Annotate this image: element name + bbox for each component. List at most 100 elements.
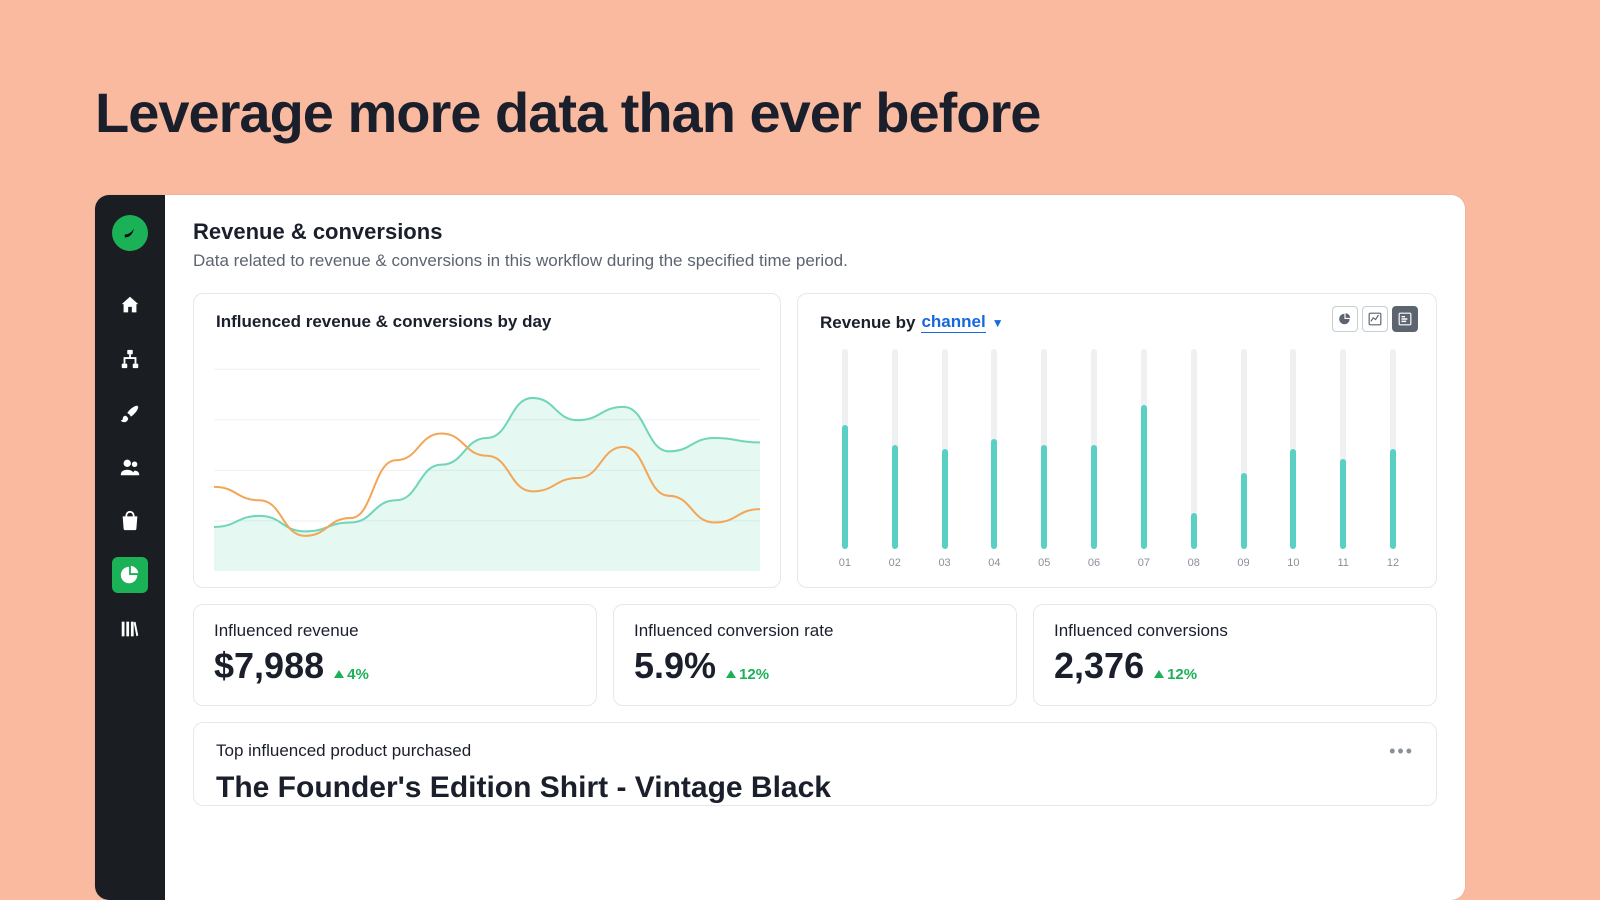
bar-track [1241,349,1247,549]
people-icon [119,456,141,478]
bar-fill [1141,405,1147,549]
bar-track [1191,349,1197,549]
bar-fill [1340,459,1346,549]
bar-chart: 01 02 03 04 05 06 07 08 09 10 11 12 [820,349,1418,569]
product-name: The Founder's Edition Shirt - Vintage Bl… [216,771,1414,805]
bar-track [1141,349,1147,549]
bar-track [892,349,898,549]
bar-col: 02 [870,349,920,569]
metric-value: 5.9% [634,645,716,687]
line-chart-title: Influenced revenue & conversions by day [216,312,758,332]
section-subtitle: Data related to revenue & conversions in… [193,251,1437,271]
metric-delta: 12% [726,666,769,683]
chart-type-toggle [1332,306,1418,332]
bar-fill [1091,445,1097,549]
more-menu[interactable]: ••• [1389,741,1414,762]
app-logo[interactable] [112,215,148,251]
home-icon [119,294,141,316]
toggle-line[interactable] [1362,306,1388,332]
bar-fill [1241,473,1247,549]
metric-label: Influenced conversions [1054,621,1416,641]
bar-fill [892,445,898,549]
pie-icon [1338,312,1352,326]
card-top-product: ••• Top influenced product purchased The… [193,722,1437,806]
nav-home[interactable] [112,287,148,323]
bag-icon [119,510,141,532]
bar-track [1041,349,1047,549]
nav-commerce[interactable] [112,503,148,539]
brush-icon [119,402,141,424]
bar-col: 04 [969,349,1019,569]
metric-delta: 12% [1154,666,1197,683]
page-headline: Leverage more data than ever before [95,80,1040,145]
main-content: Revenue & conversions Data related to re… [165,195,1465,900]
app-frame: Revenue & conversions Data related to re… [95,195,1465,900]
card-bar-chart: Revenue by channel ▼ 0102030405060708091 [797,293,1437,588]
area-chart [214,349,760,571]
bar-label: 07 [1138,557,1150,569]
bar-label: 01 [839,557,851,569]
bar-track [1091,349,1097,549]
metrics-row: Influenced revenue $7,988 4% Influenced … [193,604,1437,706]
bar-col: 11 [1318,349,1368,569]
bar-col: 05 [1019,349,1069,569]
dimension-link[interactable]: channel [921,312,985,333]
library-icon [119,618,141,640]
bar-col: 07 [1119,349,1169,569]
bar-col: 01 [820,349,870,569]
section-title: Revenue & conversions [193,219,1437,245]
bar-label: 06 [1088,557,1100,569]
bar-col: 10 [1268,349,1318,569]
bar-track [1340,349,1346,549]
bar-track [1390,349,1396,549]
bar-label: 10 [1287,557,1299,569]
sidebar [95,195,165,900]
bar-track [842,349,848,549]
nav-analytics[interactable] [112,557,148,593]
bar-label: 05 [1038,557,1050,569]
line-icon [1368,312,1382,326]
bar-label: 11 [1337,557,1348,569]
metric-conversions: Influenced conversions 2,376 12% [1033,604,1437,706]
bar-col: 12 [1368,349,1418,569]
nav-workflows[interactable] [112,341,148,377]
metric-value: 2,376 [1054,645,1144,687]
metric-delta: 4% [334,666,369,683]
bar-track [942,349,948,549]
bar-col: 09 [1219,349,1269,569]
toggle-bar[interactable] [1392,306,1418,332]
bar-track [1290,349,1296,549]
bar-fill [1191,513,1197,549]
bar-track [991,349,997,549]
bar-label: 02 [889,557,901,569]
metric-conversion-rate: Influenced conversion rate 5.9% 12% [613,604,1017,706]
bar-fill [842,425,848,549]
bar-chart-title: Revenue by channel ▼ [820,312,1414,333]
leaf-icon [121,224,139,242]
bar-label: 08 [1188,557,1200,569]
metric-label: Influenced conversion rate [634,621,996,641]
bar-label: 09 [1237,557,1249,569]
up-arrow-icon [1154,670,1164,678]
pie-chart-icon [119,564,141,586]
metric-revenue: Influenced revenue $7,988 4% [193,604,597,706]
product-label: Top influenced product purchased [216,741,1414,761]
bar-icon [1398,312,1412,326]
metric-value: $7,988 [214,645,324,687]
metric-label: Influenced revenue [214,621,576,641]
nav-library[interactable] [112,611,148,647]
nav-design[interactable] [112,395,148,431]
toggle-pie[interactable] [1332,306,1358,332]
bar-fill [1041,445,1047,549]
nav-audience[interactable] [112,449,148,485]
sitemap-icon [119,348,141,370]
bar-label: 03 [938,557,950,569]
bar-fill [1390,449,1396,549]
bar-fill [1290,449,1296,549]
card-line-chart: Influenced revenue & conversions by day [193,293,781,588]
up-arrow-icon [726,670,736,678]
bar-fill [942,449,948,549]
bar-col: 03 [920,349,970,569]
bar-col: 08 [1169,349,1219,569]
bar-col: 06 [1069,349,1119,569]
